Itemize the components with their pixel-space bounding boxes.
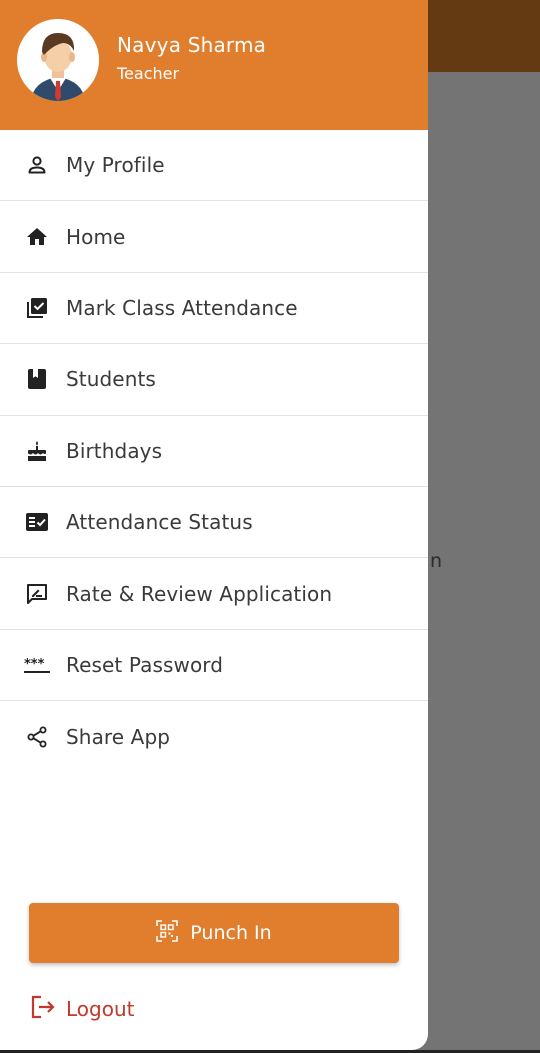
background-text-fragment: n <box>430 550 443 572</box>
menu-item-my-profile[interactable]: My Profile <box>0 130 428 202</box>
qr-scan-icon <box>156 920 179 946</box>
menu-item-birthdays[interactable]: Birthdays <box>0 416 428 487</box>
menu-item-label: My Profile <box>66 153 165 178</box>
avatar[interactable] <box>17 19 99 101</box>
navigation-drawer: Navya Sharma Teacher My Profile Home Mar… <box>0 0 428 1050</box>
punch-in-label: Punch In <box>190 922 272 944</box>
cake-icon <box>24 438 50 464</box>
menu-item-home[interactable]: Home <box>0 201 428 273</box>
menu-item-rate-review[interactable]: Rate & Review Application <box>0 558 428 630</box>
avatar-illustration <box>17 19 99 101</box>
logout-icon <box>30 994 56 1024</box>
svg-text:***: *** <box>24 657 45 672</box>
punch-in-button[interactable]: Punch In <box>29 903 399 963</box>
menu-item-attendance-status[interactable]: Attendance Status <box>0 487 428 559</box>
user-name: Navya Sharma <box>117 33 267 57</box>
drawer-header: Navya Sharma Teacher <box>0 0 428 130</box>
menu-item-label: Birthdays <box>66 438 163 463</box>
menu-item-label: Home <box>66 224 126 249</box>
home-icon <box>24 224 50 250</box>
password-icon: *** <box>24 652 50 678</box>
menu-item-label: Mark Class Attendance <box>66 295 298 320</box>
rate-review-icon <box>24 581 50 607</box>
menu-item-share-app[interactable]: Share App <box>0 701 428 772</box>
menu-item-mark-class-attendance[interactable]: Mark Class Attendance <box>0 273 428 345</box>
book-icon <box>24 366 50 392</box>
menu-item-label: Attendance Status <box>66 510 253 535</box>
share-icon <box>24 724 50 750</box>
menu-item-label: Students <box>66 367 156 392</box>
drawer-menu: My Profile Home Mark Class Attendance St… <box>0 130 428 773</box>
user-role: Teacher <box>117 64 180 83</box>
logout-label: Logout <box>66 997 135 1021</box>
person-icon <box>24 152 50 178</box>
menu-item-label: Share App <box>66 724 171 749</box>
menu-item-label: Rate & Review Application <box>66 581 333 606</box>
fact-check-icon <box>24 509 50 535</box>
menu-item-reset-password[interactable]: *** Reset Password <box>0 630 428 702</box>
menu-item-students[interactable]: Students <box>0 344 428 416</box>
checklist-box-icon <box>24 295 50 321</box>
logout-button[interactable]: Logout <box>30 992 134 1026</box>
menu-item-label: Reset Password <box>66 652 224 677</box>
